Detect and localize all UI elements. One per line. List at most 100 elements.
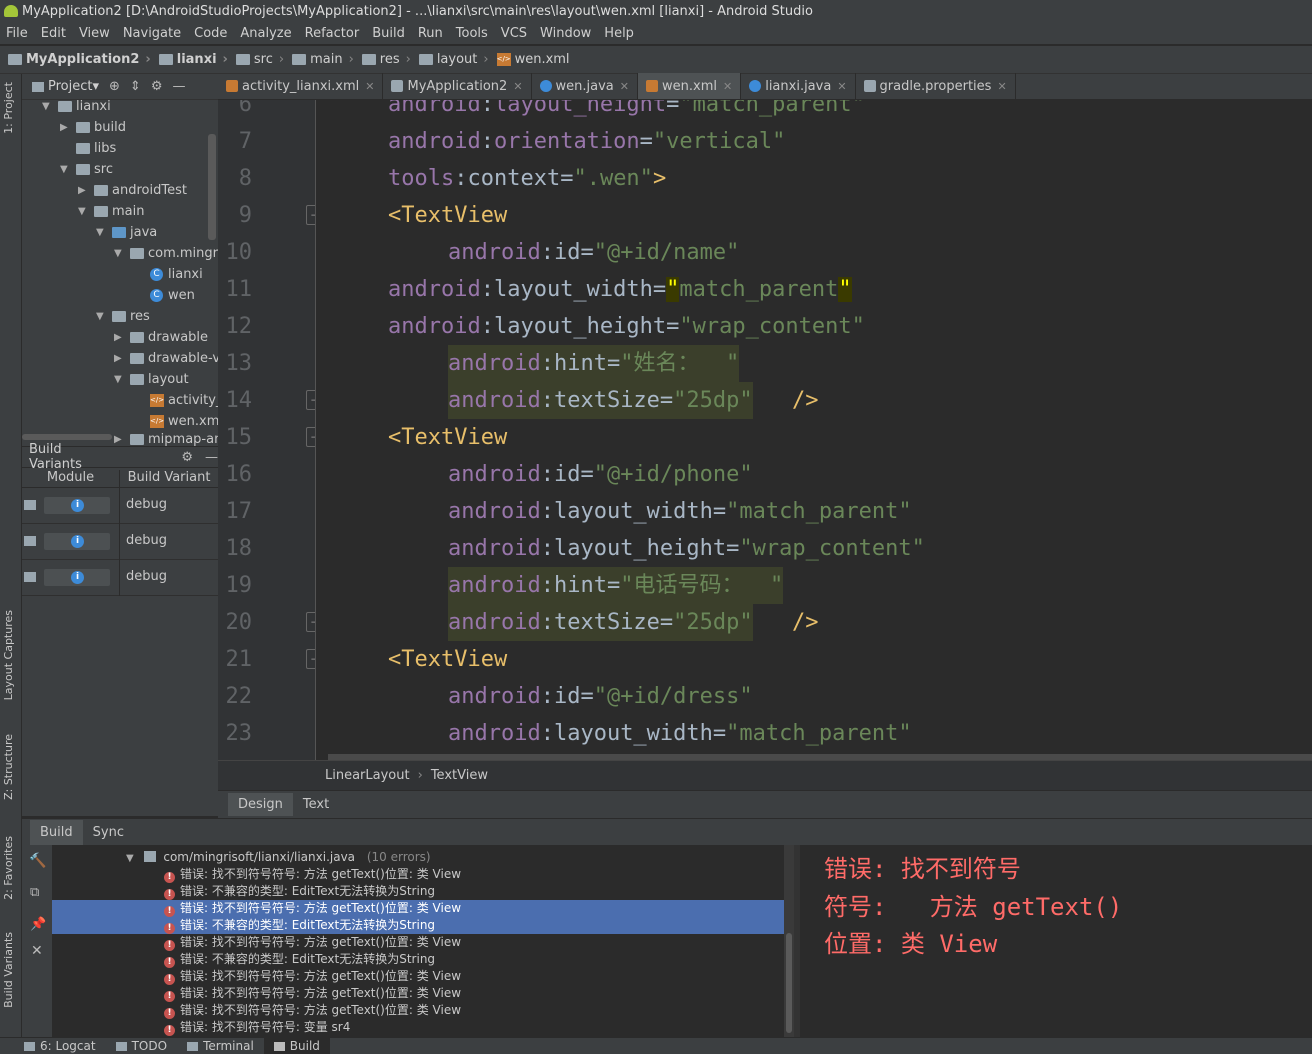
tree-item[interactable]: Clianxi: [150, 264, 203, 285]
tool-window-build-variants[interactable]: Build Variants: [2, 932, 15, 1008]
build-variant-value[interactable]: debug: [126, 569, 167, 584]
tool-window-logcat[interactable]: 6: Logcat: [14, 1038, 106, 1054]
build-output-tree[interactable]: ▼ com/mingrisoft/lianxi/lianxi.java (10 …: [52, 845, 784, 1037]
pin-icon[interactable]: 📌: [30, 917, 46, 932]
nav-crumb-file[interactable]: </> wen.xml: [496, 52, 570, 67]
tree-item[interactable]: ▼ layout: [114, 369, 189, 390]
close-icon[interactable]: ✕: [365, 80, 374, 93]
nav-crumb-src[interactable]: src ›: [235, 52, 284, 67]
breadcrumb-linearlayout[interactable]: LinearLayout: [325, 768, 410, 783]
tree-item[interactable]: libs: [76, 138, 116, 159]
nav-crumb-res[interactable]: res ›: [361, 52, 411, 67]
menu-help[interactable]: Help: [604, 26, 634, 41]
tree-item[interactable]: ▶ drawable: [114, 327, 208, 348]
scrollbar-thumb[interactable]: [786, 933, 792, 1033]
tab-wen-xml[interactable]: wen.xml ✕: [638, 73, 742, 99]
tree-item[interactable]: </> wen.xml: [150, 411, 218, 432]
close-icon[interactable]: ✕: [31, 943, 43, 959]
nav-crumb-layout[interactable]: layout ›: [418, 52, 489, 67]
tree-item[interactable]: Cwen: [150, 285, 195, 306]
tree-horizontal-scrollbar[interactable]: [22, 434, 112, 440]
build-error-row-selected[interactable]: ! 错误: 找不到符号符号: 方法 getText()位置: 类 View: [52, 900, 784, 917]
fold-collapse-icon[interactable]: −: [306, 427, 315, 447]
tree-item[interactable]: ▼ lianxi: [42, 96, 111, 117]
build-error-row[interactable]: ! 错误: 找不到符号符号: 方法 getText()位置: 类 View: [52, 934, 784, 951]
menu-edit[interactable]: Edit: [41, 26, 66, 41]
tab-build[interactable]: Build: [30, 819, 83, 845]
nav-crumb-main[interactable]: main ›: [292, 52, 354, 67]
tree-item[interactable]: ▼ src: [60, 159, 113, 180]
build-log-scrollbar[interactable]: [784, 845, 794, 1037]
tree-item[interactable]: ▶ androidTest: [78, 180, 187, 201]
build-error-row[interactable]: ! 错误: 不兼容的类型: EditText无法转换为String: [52, 951, 784, 968]
tree-item[interactable]: ▼com.mingris: [114, 243, 218, 264]
gear-icon[interactable]: ⚙: [181, 450, 193, 465]
collapse-all-icon[interactable]: ⇕: [130, 79, 141, 94]
tab-lianxi-java[interactable]: lianxi.java ✕: [741, 73, 856, 99]
tool-window-structure[interactable]: Z: Structure: [2, 734, 15, 800]
menu-analyze[interactable]: Analyze: [240, 26, 291, 41]
tool-window-project[interactable]: 1: Project: [2, 82, 15, 134]
build-variant-row[interactable]: i debug: [22, 524, 218, 560]
nav-crumb-module[interactable]: lianxi ›: [158, 52, 228, 67]
tree-item[interactable]: ▼ java: [96, 222, 157, 243]
menu-tools[interactable]: Tools: [456, 26, 488, 41]
build-error-row-selected[interactable]: ! 错误: 不兼容的类型: EditText无法转换为String: [52, 917, 784, 934]
tab-wen-java[interactable]: wen.java ✕: [532, 73, 638, 99]
tab-gradle-properties[interactable]: gradle.properties ✕: [856, 73, 1016, 99]
tab-myapplication2[interactable]: MyApplication2 ✕: [383, 73, 532, 99]
build-variant-value[interactable]: debug: [126, 533, 167, 548]
tree-item[interactable]: ▶ drawable-v: [114, 348, 218, 369]
tab-design[interactable]: Design: [228, 793, 293, 816]
build-error-row[interactable]: ! 错误: 找不到符号符号: 方法 getText()位置: 类 View: [52, 866, 784, 883]
build-error-row[interactable]: ! 错误: 找不到符号符号: 方法 getText()位置: 类 View: [52, 968, 784, 985]
tab-text[interactable]: Text: [293, 793, 339, 816]
target-icon[interactable]: ⊕: [109, 79, 120, 94]
close-icon[interactable]: ✕: [620, 80, 629, 93]
toggle-view-icon[interactable]: ⧉: [30, 885, 39, 900]
build-error-row[interactable]: ! 错误: 找不到符号符号: 方法 getText()位置: 类 View: [52, 985, 784, 1002]
tree-item[interactable]: ▼ res: [96, 306, 150, 327]
tree-item[interactable]: ▶ build: [60, 117, 126, 138]
tool-window-favorites[interactable]: 2: Favorites: [2, 836, 15, 900]
tree-item[interactable]: ▼ main: [78, 201, 144, 222]
fold-collapse-icon[interactable]: −: [306, 649, 315, 669]
tool-window-todo[interactable]: TODO: [106, 1038, 177, 1054]
build-variant-value[interactable]: debug: [126, 497, 167, 512]
breadcrumb-textview[interactable]: TextView: [431, 768, 488, 783]
hide-panel-icon[interactable]: —: [205, 450, 218, 465]
menu-window[interactable]: Window: [540, 26, 591, 41]
menu-view[interactable]: View: [79, 26, 110, 41]
menu-code[interactable]: Code: [194, 26, 227, 41]
close-icon[interactable]: ✕: [513, 80, 522, 93]
menu-navigate[interactable]: Navigate: [123, 26, 181, 41]
menu-vcs[interactable]: VCS: [501, 26, 527, 41]
close-icon[interactable]: ✕: [723, 80, 732, 93]
project-view-selector[interactable]: Project▾: [48, 79, 99, 94]
hide-panel-icon[interactable]: —: [172, 79, 185, 94]
gear-icon[interactable]: ⚙: [151, 79, 163, 94]
tool-window-terminal[interactable]: Terminal: [177, 1038, 264, 1054]
fold-collapse-icon[interactable]: −: [306, 205, 315, 225]
tool-window-build[interactable]: Build: [263, 1037, 330, 1054]
close-icon[interactable]: ✕: [997, 80, 1006, 93]
hammer-icon[interactable]: 🔨: [29, 853, 46, 869]
menu-build[interactable]: Build: [372, 26, 405, 41]
nav-crumb-project[interactable]: MyApplication2 ›: [8, 52, 151, 67]
tree-item[interactable]: ▶ mipmap-an: [114, 432, 218, 446]
build-error-row[interactable]: ! 错误: 找不到符号符号: 变量 sr4: [52, 1019, 784, 1036]
tab-sync[interactable]: Sync: [83, 820, 134, 845]
build-file-node[interactable]: ▼ com/mingrisoft/lianxi/lianxi.java (10 …: [52, 849, 784, 866]
tool-window-layout-captures[interactable]: Layout Captures: [2, 610, 15, 700]
fold-collapse-icon[interactable]: −: [306, 612, 315, 632]
tab-activity-lianxi-xml[interactable]: activity_lianxi.xml ✕: [218, 73, 384, 99]
close-icon[interactable]: ✕: [837, 80, 846, 93]
menu-run[interactable]: Run: [418, 26, 443, 41]
tree-item[interactable]: </>activity_li: [150, 390, 218, 411]
build-error-row[interactable]: ! 错误: 找不到符号符号: 方法 getText()位置: 类 View: [52, 1002, 784, 1019]
build-variant-row[interactable]: i debug: [22, 488, 218, 524]
fold-collapse-icon[interactable]: −: [306, 390, 315, 410]
build-error-row[interactable]: ! 错误: 不兼容的类型: EditText无法转换为String: [52, 883, 784, 900]
tree-scrollbar[interactable]: [208, 134, 216, 240]
menu-file[interactable]: File: [6, 26, 28, 41]
